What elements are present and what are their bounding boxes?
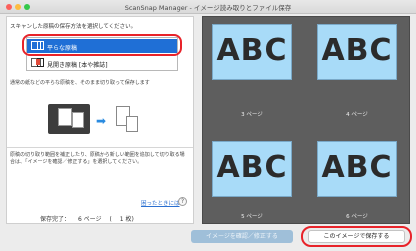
highlight-selected-option bbox=[22, 34, 182, 56]
scanned-paper-image bbox=[72, 112, 84, 128]
divider bbox=[7, 147, 193, 148]
thumbnail-text: ABC bbox=[216, 150, 288, 185]
title-bar: ScanSnap Manager - イメージ読み取りとファイル保存 bbox=[0, 0, 416, 14]
scansnap-window: ScanSnap Manager - イメージ読み取りとファイル保存 スキャンし… bbox=[0, 0, 416, 251]
option-book-spread[interactable]: 見開き原稿 [本や雑誌] bbox=[27, 56, 177, 70]
option-label: 見開き原稿 [本や雑誌] bbox=[47, 62, 108, 69]
scanned-paper-image bbox=[58, 108, 72, 126]
status-page-count: 6 ページ bbox=[77, 216, 102, 223]
help-link[interactable]: 困ったときには bbox=[141, 199, 180, 207]
scan-illustration: ➡ bbox=[46, 102, 144, 140]
output-page-image bbox=[126, 116, 138, 132]
page-thumbnail[interactable]: ABC bbox=[317, 141, 397, 197]
instruction-text: スキャンした原稿の保存方法を選択してください。 bbox=[10, 24, 137, 30]
check-correct-image-button[interactable]: イメージを確認／修正する bbox=[191, 230, 293, 243]
page-label: 3 ページ bbox=[241, 112, 263, 118]
thumbnail-text: ABC bbox=[321, 150, 393, 185]
book-spread-icon-accent bbox=[36, 59, 40, 65]
page-thumbnail[interactable]: ABC bbox=[317, 24, 397, 80]
page-label: 5 ページ bbox=[241, 214, 263, 220]
flat-document-description: 通常の紙などの平らな原稿を、そのまま切り取って保存します bbox=[10, 80, 150, 86]
status-paren: ( bbox=[109, 216, 112, 223]
arrow-right-icon: ➡ bbox=[96, 114, 107, 128]
page-thumbnail[interactable]: ABC bbox=[212, 24, 292, 80]
window-title: ScanSnap Manager - イメージ読み取りとファイル保存 bbox=[124, 4, 292, 12]
highlight-save-button bbox=[301, 226, 412, 247]
thumbnail-text: ABC bbox=[321, 33, 393, 68]
help-button[interactable]: ? bbox=[178, 197, 187, 206]
correction-description: 原稿の切り取り範囲を補正したり、原稿から新しい範囲を追加して切り取る場合は、「イ… bbox=[10, 152, 185, 165]
status-file-count: 1 枚) bbox=[119, 216, 134, 223]
page-thumbnail[interactable]: ABC bbox=[212, 141, 292, 197]
save-status: 保存完了： 6 ページ ( 1 枚) bbox=[40, 214, 140, 223]
page-label: 4 ページ bbox=[346, 112, 368, 118]
page-label: 6 ページ bbox=[346, 214, 368, 220]
status-label: 保存完了： bbox=[40, 216, 71, 223]
thumbnail-text: ABC bbox=[216, 33, 288, 68]
